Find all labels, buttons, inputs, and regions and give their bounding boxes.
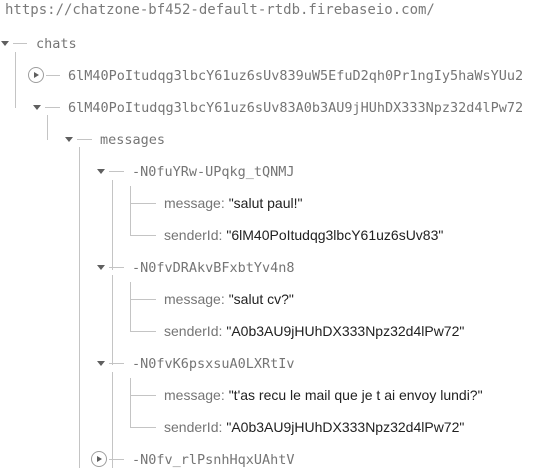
tree-dash: [130, 331, 156, 332]
tree-line: [130, 378, 131, 428]
leaf-value[interactable]: "salut paul!": [229, 195, 303, 211]
node-message-4[interactable]: -N0fv_rlPsnhHqxUAhtV: [132, 447, 295, 471]
leaf-key: message: [164, 195, 221, 211]
database-root-url[interactable]: https://chatzone-bf452-default-rtdb.fire…: [5, 2, 435, 18]
tree-line: [79, 147, 80, 468]
tree-dash: [130, 203, 156, 204]
tree-dash: [130, 299, 156, 300]
tree-dash: [109, 363, 124, 364]
tree-line: [130, 282, 131, 332]
leaf-colon: :: [218, 419, 223, 435]
node-key: -N0fvK6psxsuA0LXRtIv: [132, 356, 295, 372]
leaf-value[interactable]: "A0b3AU9jHUhDX333Npz32d4lPw72": [226, 419, 464, 435]
node-message-3[interactable]: -N0fvK6psxsuA0LXRtIv: [132, 351, 295, 375]
collapse-caret-icon[interactable]: [97, 361, 105, 366]
node-message-1[interactable]: -N0fuYRw-UPqkg_tQNMJ: [132, 159, 295, 183]
leaf-key: senderId: [164, 227, 219, 243]
tree-line: [47, 115, 48, 140]
expand-node-icon[interactable]: [28, 67, 44, 83]
tree-line: [112, 180, 113, 270]
node-messages[interactable]: messages: [100, 127, 165, 151]
tree-line: [130, 186, 131, 236]
tree-dash: [109, 459, 124, 460]
node-key: messages: [100, 132, 166, 148]
leaf-value[interactable]: "6lM40PoItudqg3lbcY61uz6sUv83": [226, 227, 443, 243]
leaf-sender-1[interactable]: senderId: "6lM40PoItudqg3lbcY61uz6sUv83": [164, 223, 443, 247]
node-chat-expanded[interactable]: 6lM40PoItudqg3lbcY61uz6sUv83A0b3AU9jHUhD…: [68, 95, 523, 119]
collapse-caret-icon[interactable]: [65, 137, 73, 142]
expand-node-icon[interactable]: [91, 451, 107, 467]
leaf-colon: :: [220, 291, 225, 307]
leaf-sender-3[interactable]: senderId: "A0b3AU9jHUhDX333Npz32d4lPw72": [164, 415, 464, 439]
leaf-message-2[interactable]: message: "salut cv?": [164, 287, 294, 311]
leaf-value[interactable]: "A0b3AU9jHUhDX333Npz32d4lPw72": [226, 323, 464, 339]
leaf-message-3[interactable]: message: "t'as recu le mail que je t ai e…: [164, 383, 483, 407]
tree-dash: [130, 235, 156, 236]
leaf-value[interactable]: "t'as recu le mail que je t ai envoy lun…: [229, 387, 483, 403]
tree-dash: [77, 139, 92, 140]
leaf-key: senderId: [164, 419, 219, 435]
node-key: -N0fuYRw-UPqkg_tQNMJ: [132, 164, 295, 180]
node-key: chats: [36, 36, 77, 52]
leaf-sender-2[interactable]: senderId: "A0b3AU9jHUhDX333Npz32d4lPw72": [164, 319, 464, 343]
tree-dash: [46, 75, 60, 76]
leaf-colon: :: [218, 323, 223, 339]
leaf-message-1[interactable]: message: "salut paul!": [164, 191, 302, 215]
tree-dash: [13, 43, 27, 44]
leaf-colon: :: [220, 195, 225, 211]
leaf-key: message: [164, 387, 221, 403]
tree-dash: [109, 267, 124, 268]
tree-dash: [45, 107, 60, 108]
tree-dash: [130, 427, 156, 428]
node-chat-collapsed[interactable]: 6lM40PoItudqg3lbcY61uz6sUv839uW5EfuD2qh0…: [68, 63, 523, 87]
collapse-caret-icon[interactable]: [1, 41, 9, 46]
tree-line: [15, 52, 16, 108]
node-key: -N0fvDRAkvBFxbtYv4n8: [132, 260, 295, 276]
leaf-key: senderId: [164, 323, 219, 339]
node-key: 6lM40PoItudqg3lbcY61uz6sUv83A0b3AU9jHUhD…: [68, 100, 524, 116]
tree-dash: [109, 171, 124, 172]
collapse-caret-icon[interactable]: [33, 105, 41, 110]
collapse-caret-icon[interactable]: [97, 169, 105, 174]
node-key: 6lM40PoItudqg3lbcY61uz6sUv839uW5EfuD2qh0…: [68, 68, 524, 84]
leaf-value[interactable]: "salut cv?": [229, 291, 294, 307]
leaf-key: message: [164, 291, 221, 307]
tree-line: [112, 275, 113, 365]
tree-line: [112, 372, 113, 468]
node-message-2[interactable]: -N0fvDRAkvBFxbtYv4n8: [132, 255, 295, 279]
tree-dash: [130, 395, 156, 396]
leaf-colon: :: [218, 227, 223, 243]
collapse-caret-icon[interactable]: [97, 265, 105, 270]
node-chats[interactable]: chats: [36, 31, 77, 55]
leaf-colon: :: [220, 387, 225, 403]
node-key: -N0fv_rlPsnhHqxUAhtV: [132, 452, 295, 468]
